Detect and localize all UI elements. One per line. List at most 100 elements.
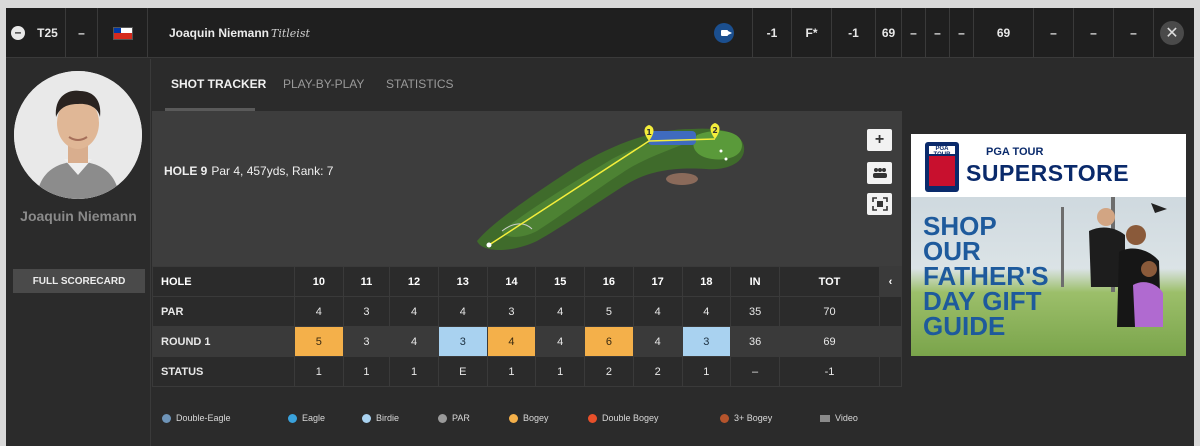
score-cell[interactable]: 3 xyxy=(342,326,391,357)
triple-bogey-dot-icon xyxy=(720,413,729,423)
hole-map-graphic: 1 2 xyxy=(477,123,745,250)
legend-label: Video xyxy=(835,413,858,423)
table-row: PAR 4 3 4 4 3 4 5 4 4 35 70 xyxy=(152,296,902,327)
legend-label: Birdie xyxy=(376,413,400,423)
r2-cell: – xyxy=(902,8,926,58)
r3-cell: – xyxy=(926,8,950,58)
status-cell: 1 xyxy=(294,356,344,387)
empty-cell xyxy=(879,356,902,387)
empty-cell xyxy=(879,296,902,327)
header-cell: HOLE xyxy=(152,266,295,297)
status-cell: 2 xyxy=(584,356,634,387)
collapse-button[interactable]: – xyxy=(6,8,30,58)
par-cell: 4 xyxy=(294,296,344,327)
score-legend: Double-Eagle Eagle Birdie PAR Bogey Doub… xyxy=(152,388,902,446)
birdie-dot-icon xyxy=(362,413,371,423)
plus-icon: + xyxy=(874,131,885,148)
score-cell[interactable]: 5 xyxy=(294,326,344,357)
player-sidebar: Joaquin Niemann FULL SCORECARD xyxy=(6,59,151,446)
header-cell: 16 xyxy=(584,266,634,297)
legend-item: Eagle xyxy=(288,413,325,423)
status-cell: 1 xyxy=(486,356,537,387)
chevron-left-icon: ‹ xyxy=(888,275,893,288)
tab-statistics[interactable]: STATISTICS xyxy=(386,77,454,91)
par-cell: 4 xyxy=(681,296,732,327)
score-cell[interactable]: 4 xyxy=(535,326,586,357)
scorecard-table: HOLE 10 11 12 13 14 15 16 17 18 IN TOT ‹… xyxy=(152,266,902,387)
header-cell: 10 xyxy=(294,266,344,297)
total-cell: 69 xyxy=(974,8,1034,58)
extra-cell-2: – xyxy=(1074,8,1114,58)
header-cell: 15 xyxy=(535,266,586,297)
score-cell: 69 xyxy=(779,326,880,357)
par-cell: 5 xyxy=(584,296,634,327)
ad-brand-main: SUPERSTORE xyxy=(966,160,1130,186)
legend-item: Bogey xyxy=(509,413,549,423)
player-name[interactable]: Joaquin Niemann xyxy=(169,8,269,58)
r1-cell: 69 xyxy=(876,8,902,58)
empty-cell xyxy=(879,326,902,357)
tab-play-by-play[interactable]: PLAY-BY-PLAY xyxy=(283,77,364,91)
extra-cell-1: – xyxy=(1034,8,1074,58)
header-cell: 11 xyxy=(342,266,391,297)
svg-text:1: 1 xyxy=(646,128,652,137)
status-cell: 1 xyxy=(342,356,391,387)
thru-cell: F* xyxy=(792,8,832,58)
score-to-par-cell: -1 xyxy=(752,8,792,58)
svg-text:2: 2 xyxy=(712,126,718,135)
zoom-in-button[interactable]: + xyxy=(867,129,892,151)
tab-bar: SHOT TRACKER PLAY-BY-PLAY STATISTICS xyxy=(152,59,902,111)
table-row: STATUS 1 1 1 E 1 1 2 2 1 – -1 xyxy=(152,356,902,387)
legend-item: PAR xyxy=(438,413,470,423)
video-legend-icon xyxy=(820,414,830,422)
score-cell[interactable]: 4 xyxy=(389,326,439,357)
score-cell[interactable]: 4 xyxy=(486,326,537,357)
header-cell: 13 xyxy=(437,266,488,297)
score-cell[interactable]: 6 xyxy=(584,326,634,357)
eagle-dot-icon xyxy=(288,413,297,423)
close-button[interactable]: ✕ xyxy=(1160,21,1184,45)
chile-flag-icon xyxy=(112,26,133,40)
group-view-button[interactable] xyxy=(867,162,892,184)
hole-details: Par 4, 457yds, Rank: 7 xyxy=(211,164,334,178)
legend-label: Eagle xyxy=(302,413,326,423)
par-cell: 3 xyxy=(486,296,537,327)
tab-shot-tracker[interactable]: SHOT TRACKER xyxy=(171,77,266,91)
legend-item: Birdie xyxy=(362,413,399,423)
par-cell: 4 xyxy=(535,296,586,327)
score-cell[interactable]: 3 xyxy=(437,326,488,357)
video-camera-icon xyxy=(720,30,732,36)
player-scorecard-panel: – T25 – Joaquin Niemann Titleist -1 F* -… xyxy=(6,8,1194,446)
fullscreen-button[interactable] xyxy=(867,193,892,215)
player-header-row: – T25 – Joaquin Niemann Titleist -1 F* -… xyxy=(6,8,1194,58)
status-cell: 1 xyxy=(535,356,586,387)
ad-brand-top: PGA TOUR xyxy=(986,146,1044,158)
pga-superstore-ad[interactable]: PGA TOUR PGA TOUR SUPERSTORE SHOP OUR FA… xyxy=(911,134,1186,356)
par-cell: 35 xyxy=(730,296,780,327)
status-cell: 1 xyxy=(389,356,439,387)
country-flag-cell xyxy=(98,8,148,58)
pga-tour-logo-icon: PGA TOUR xyxy=(925,142,959,192)
video-button[interactable] xyxy=(714,23,734,43)
row-label: ROUND 1 xyxy=(152,326,295,357)
full-scorecard-button[interactable]: FULL SCORECARD xyxy=(13,269,145,293)
table-row: HOLE 10 11 12 13 14 15 16 17 18 IN TOT ‹ xyxy=(152,266,902,297)
close-icon: ✕ xyxy=(1165,25,1179,42)
legend-label: PAR xyxy=(452,413,470,423)
header-cell: 12 xyxy=(389,266,439,297)
legend-item: 3+ Bogey xyxy=(720,413,772,423)
position-cell: T25 xyxy=(30,8,66,58)
bogey-dot-icon xyxy=(509,413,518,423)
legend-label: 3+ Bogey xyxy=(734,413,773,423)
sponsor-logo: Titleist xyxy=(271,26,310,40)
score-cell[interactable]: 3 xyxy=(681,326,732,357)
legend-label: Bogey xyxy=(523,413,549,423)
score-cell[interactable]: 4 xyxy=(632,326,683,357)
round-score-cell: -1 xyxy=(832,8,876,58)
shot-tracker-map[interactable]: 1 2 HOLE 9 Par 4, 457yds, Rank: 7 + xyxy=(152,111,902,266)
previous-holes-button[interactable]: ‹ xyxy=(879,266,902,297)
today-cell: – xyxy=(66,8,98,58)
status-cell: 1 xyxy=(681,356,732,387)
header-cell: IN xyxy=(730,266,780,297)
hole-info: HOLE 9 Par 4, 457yds, Rank: 7 xyxy=(164,164,333,178)
